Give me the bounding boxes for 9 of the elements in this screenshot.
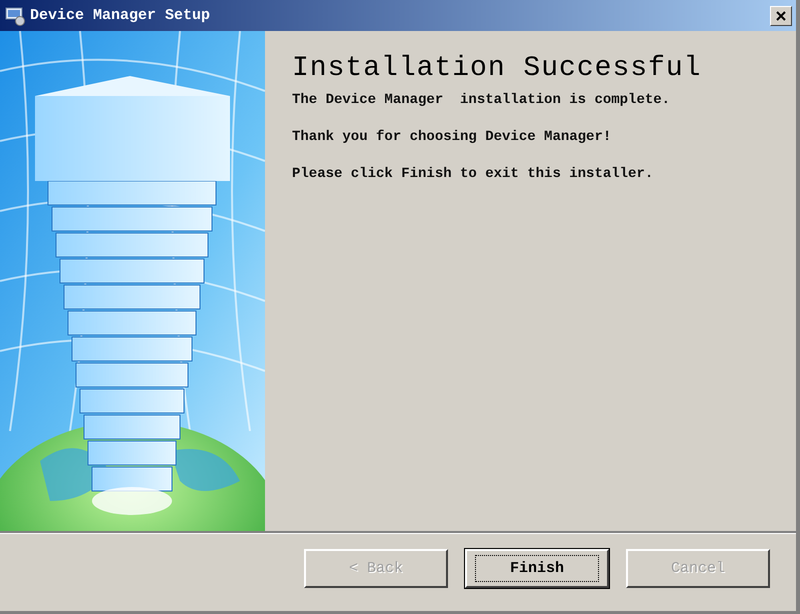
wizard-button[interactable]: Finish [465, 549, 609, 588]
close-button[interactable] [770, 6, 792, 26]
close-icon [776, 10, 786, 20]
computer-icon [4, 6, 26, 26]
page-heading: Installation Successful [292, 53, 702, 84]
message-text: The Device Manager installation is complete. [292, 92, 672, 108]
message-text: Please click Finish to exit this installer. [292, 166, 654, 182]
window-title: Device Manager Setup [30, 7, 212, 24]
message-text: Thank you for choosing Device Manager! [292, 129, 612, 145]
